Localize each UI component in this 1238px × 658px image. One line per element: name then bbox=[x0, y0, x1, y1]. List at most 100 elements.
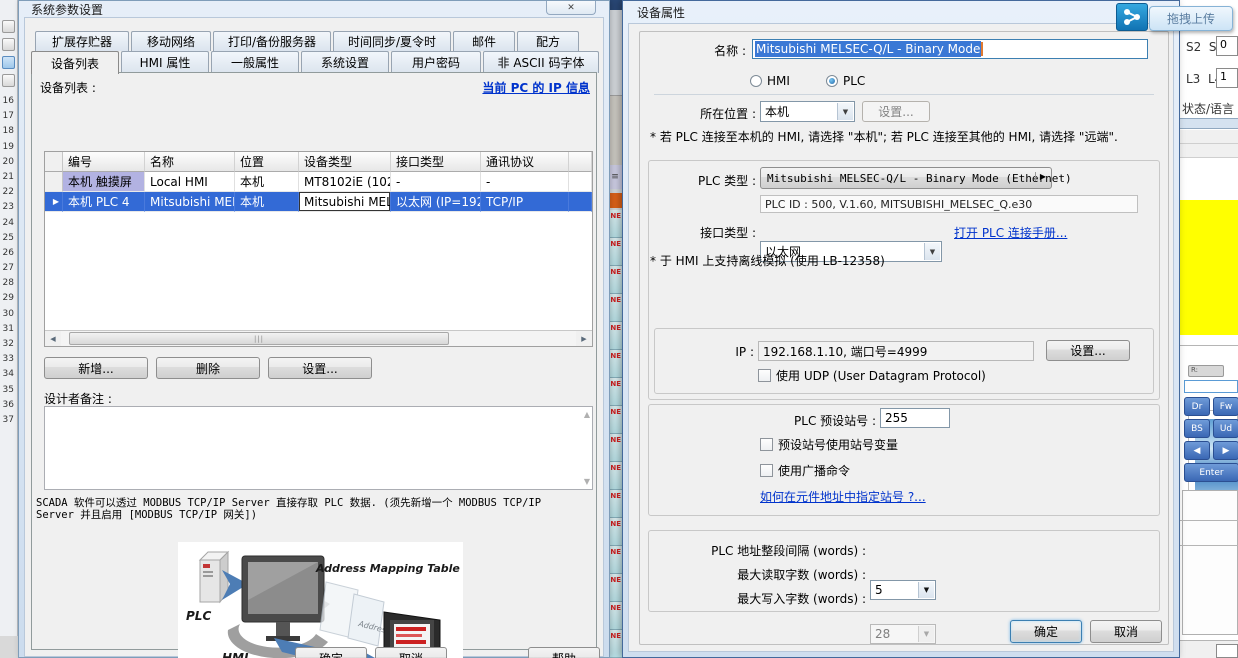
dialog-titlebar[interactable]: 系统参数设置 bbox=[19, 1, 609, 17]
scada-note: SCADA 软件可以透过 MODBUS TCP/IP Server 直接存取 P… bbox=[36, 497, 541, 521]
col-header-filler bbox=[569, 152, 592, 172]
keypad-button-enter[interactable]: Enter bbox=[1184, 463, 1238, 482]
library-item-new-badge: NE bbox=[608, 574, 622, 602]
col-header-no[interactable]: 编号 bbox=[63, 152, 145, 172]
station-number-input[interactable]: 255 bbox=[880, 408, 950, 428]
library-item-new-badge: NE bbox=[608, 238, 622, 266]
keypad-button-bs[interactable]: BS bbox=[1184, 419, 1210, 438]
cell-location: 本机 bbox=[235, 192, 299, 212]
chevron-down-icon[interactable]: ▼ bbox=[918, 582, 934, 598]
keypad-button-◀[interactable]: ◀ bbox=[1184, 441, 1210, 460]
device-table: 编号 名称 位置 设备类型 接口类型 通讯协议 本机 触摸屏 Local HMI… bbox=[44, 151, 593, 347]
col-header-protocol[interactable]: 通讯协议 bbox=[481, 152, 569, 172]
help-button[interactable]: 帮助 bbox=[528, 647, 600, 658]
line-number: 35 bbox=[0, 383, 16, 398]
line-number: 31 bbox=[0, 322, 16, 337]
current-pc-ip-link[interactable]: 当前 PC 的 IP 信息 bbox=[482, 79, 590, 96]
line-number: 25 bbox=[0, 231, 16, 246]
tab-time-sync[interactable]: 时间同步/夏令时 bbox=[333, 31, 451, 51]
radio-plc-label: PLC bbox=[843, 74, 865, 88]
col-header-location[interactable]: 位置 bbox=[235, 152, 299, 172]
dialog-title: 系统参数设置 bbox=[31, 1, 103, 18]
device-settings-button[interactable]: 设置... bbox=[268, 357, 372, 379]
keypad-input[interactable] bbox=[1184, 380, 1238, 393]
expand-icon[interactable]: ▶ bbox=[1035, 172, 1046, 181]
radio-hmi-option[interactable]: HMI bbox=[750, 74, 790, 88]
scroll-left-icon[interactable]: ◀ bbox=[45, 331, 61, 346]
station-variable-checkbox-row[interactable]: 预设站号使用站号变量 bbox=[760, 436, 898, 453]
interval-value: 5 bbox=[875, 583, 883, 597]
scroll-down-icon[interactable]: ▼ bbox=[584, 477, 590, 486]
broadcast-checkbox-row[interactable]: 使用广播命令 bbox=[760, 462, 850, 479]
keypad-button-ud[interactable]: Ud bbox=[1213, 419, 1238, 438]
background-panel bbox=[1182, 490, 1238, 635]
background-library-list: NENENENENENENENENENENENENENENENE bbox=[608, 210, 622, 658]
keypad-button-▶[interactable]: ▶ bbox=[1213, 441, 1238, 460]
tab-recipe[interactable]: 配方 bbox=[517, 31, 579, 51]
udp-checkbox-row[interactable]: 使用 UDP (User Datagram Protocol) bbox=[758, 367, 986, 384]
library-item-new-badge: NE bbox=[608, 378, 622, 406]
library-item-new-badge: NE bbox=[608, 546, 622, 574]
background-statusbar-box bbox=[1216, 644, 1238, 658]
tab-system-settings[interactable]: 系统设置 bbox=[301, 51, 389, 73]
scroll-up-icon[interactable]: ▲ bbox=[584, 410, 590, 419]
interval-select[interactable]: 5 ▼ bbox=[870, 580, 936, 600]
udp-checkbox[interactable] bbox=[758, 369, 771, 382]
background-middle-panel: ≡ NENENENENENENENENENENENENENENENE bbox=[608, 0, 622, 658]
ip-address-field[interactable]: 192.168.1.10, 端口号=4999 bbox=[758, 341, 1034, 361]
dialog-titlebar[interactable]: 设备属性 bbox=[623, 1, 1179, 23]
station-variable-checkbox[interactable] bbox=[760, 438, 773, 451]
broadcast-checkbox[interactable] bbox=[760, 464, 773, 477]
col-header-interface[interactable]: 接口类型 bbox=[391, 152, 481, 172]
tab-email[interactable]: 邮件 bbox=[453, 31, 515, 51]
table-row-selected[interactable]: ▶ 本机 PLC 4 Mitsubishi MEL... 本机 Mitsubis… bbox=[45, 192, 592, 212]
drag-upload-button[interactable]: 拖拽上传 bbox=[1149, 6, 1233, 31]
library-item-new-badge: NE bbox=[608, 490, 622, 518]
tab-print-backup[interactable]: 打印/备份服务器 bbox=[213, 31, 331, 51]
keypad-button-dr[interactable]: Dr bbox=[1184, 397, 1210, 416]
cancel-button[interactable]: 取消 bbox=[375, 647, 447, 658]
ok-button[interactable]: 确定 bbox=[1010, 620, 1082, 643]
cell-name: Mitsubishi MEL... bbox=[145, 192, 235, 212]
tab-mobile-network[interactable]: 移动网络 bbox=[131, 31, 211, 51]
line-number: 19 bbox=[0, 140, 16, 155]
radio-plc-option[interactable]: PLC bbox=[826, 74, 865, 88]
tab-user-password[interactable]: 用户密码 bbox=[391, 51, 481, 73]
plc-type-button[interactable]: Mitsubishi MELSEC-Q/L - Binary Mode (Eth… bbox=[760, 167, 1052, 189]
ok-button[interactable]: 确定 bbox=[295, 647, 367, 658]
ip-settings-button[interactable]: 设置... bbox=[1046, 340, 1130, 361]
cell-interface: - bbox=[391, 172, 481, 192]
max-read-label: 最大读取字数 (words) : bbox=[680, 566, 866, 583]
location-select[interactable]: 本机 ▼ bbox=[760, 101, 855, 122]
col-header-name[interactable]: 名称 bbox=[145, 152, 235, 172]
location-settings-button[interactable]: 设置... bbox=[862, 101, 930, 122]
device-name-input[interactable]: Mitsubishi MELSEC-Q/L - Binary Mode bbox=[752, 39, 1148, 59]
cancel-button[interactable]: 取消 bbox=[1090, 620, 1162, 643]
tab-general-properties[interactable]: 一般属性 bbox=[211, 51, 299, 73]
background-toolbar-icon-selected bbox=[2, 56, 15, 69]
add-device-button[interactable]: 新增... bbox=[44, 357, 148, 379]
station-help-link[interactable]: 如何在元件地址中指定站号 ?... bbox=[760, 488, 926, 505]
close-icon[interactable]: ✕ bbox=[546, 1, 596, 15]
plc-manual-link[interactable]: 打开 PLC 连接手册... bbox=[954, 224, 1067, 241]
radio-plc-icon[interactable] bbox=[826, 75, 838, 87]
scrollbar-thumb[interactable]: ||| bbox=[69, 332, 449, 345]
radio-hmi-icon[interactable] bbox=[750, 75, 762, 87]
background-right-panel: S2 S3 0 L3 L4 1 状态/语言 R: DrFwBSUd◀▶Enter bbox=[1180, 0, 1238, 658]
chevron-down-icon[interactable]: ▼ bbox=[837, 103, 853, 120]
tab-hmi-properties[interactable]: HMI 属性 bbox=[121, 51, 209, 73]
designer-notes-textarea[interactable]: ▲ ▼ bbox=[44, 406, 593, 490]
table-row[interactable]: 本机 触摸屏 Local HMI 本机 MT8102iE (102... - - bbox=[45, 172, 592, 192]
keypad-button-fw[interactable]: Fw bbox=[1213, 397, 1238, 416]
chevron-down-icon[interactable]: ▼ bbox=[924, 243, 940, 260]
share-nodes-icon[interactable] bbox=[1116, 3, 1148, 31]
max-read-select[interactable]: 28 ▼ bbox=[870, 624, 936, 644]
delete-device-button[interactable]: 删除 bbox=[156, 357, 260, 379]
scroll-right-icon[interactable]: ▶ bbox=[576, 331, 592, 346]
col-header-devtype[interactable]: 设备类型 bbox=[299, 152, 391, 172]
tab-non-ascii-fonts[interactable]: 非 ASCII 码字体 bbox=[483, 51, 599, 73]
tab-extended-memory[interactable]: 扩展存贮器 bbox=[35, 31, 129, 51]
tab-device-list[interactable]: 设备列表 bbox=[31, 51, 119, 74]
illustration-amt-label: Address Mapping Table bbox=[315, 562, 460, 575]
horizontal-scrollbar[interactable]: ◀ ||| ▶ bbox=[45, 330, 592, 346]
